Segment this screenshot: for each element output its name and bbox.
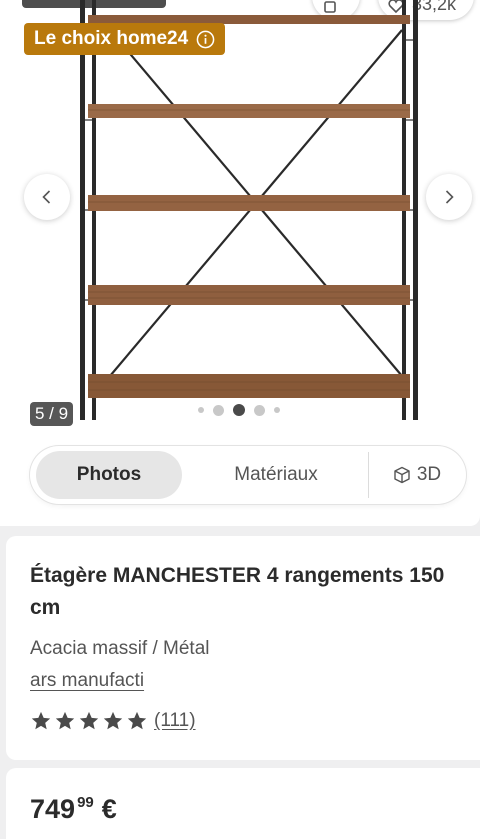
- star-icon: [79, 711, 99, 730]
- product-rating[interactable]: (111): [30, 710, 196, 732]
- price-card: 749 99 €: [6, 768, 480, 839]
- price-decimal: 99: [77, 794, 94, 811]
- shelf-boards: [88, 15, 410, 398]
- rating-stars: [30, 710, 148, 732]
- price-currency: €: [101, 794, 117, 824]
- product-price: 749 99 €: [30, 794, 117, 824]
- star-icon: [55, 711, 75, 730]
- cube-icon: [394, 466, 410, 484]
- badge-label: Le choix home24: [34, 28, 189, 49]
- reviews-count-link[interactable]: (111): [154, 710, 196, 732]
- pagination-dot[interactable]: [254, 404, 265, 416]
- pagination-dots: [198, 404, 280, 416]
- tab-materials[interactable]: Matériaux: [192, 451, 360, 499]
- pagination-dot[interactable]: [213, 404, 224, 416]
- price-integer: 749: [30, 794, 76, 824]
- media-tabs: Photos Matériaux 3D: [30, 446, 466, 504]
- pagination-dot[interactable]: [198, 407, 204, 413]
- tab-photos[interactable]: Photos: [36, 451, 182, 499]
- product-image-gallery: 33,2k Le choix home24 5 / 9 Photos Matér…: [0, 0, 480, 526]
- info-icon: [196, 30, 215, 48]
- pagination-dot[interactable]: [274, 407, 280, 413]
- pagination-dot-active[interactable]: [233, 404, 245, 416]
- star-icon: [31, 711, 51, 730]
- product-image[interactable]: [76, 0, 422, 424]
- star-icon: [127, 711, 147, 730]
- chevron-left-icon: [42, 190, 51, 204]
- tab-divider: [368, 452, 369, 498]
- image-counter: 5 / 9: [30, 402, 74, 426]
- star-icon: [103, 711, 123, 730]
- product-info-card: Étagère MANCHESTER 4 rangements 150 cm A…: [6, 536, 480, 760]
- editors-choice-badge[interactable]: Le choix home24: [24, 23, 226, 55]
- tab-3d[interactable]: 3D: [376, 451, 458, 499]
- chevron-right-icon: [445, 190, 454, 204]
- tab-3d-label: 3D: [416, 464, 442, 485]
- previous-image-button[interactable]: [24, 174, 70, 220]
- brand-link[interactable]: ars manufacti: [30, 670, 144, 692]
- next-image-button[interactable]: [426, 174, 472, 220]
- product-title: Étagère MANCHESTER 4 rangements 150 cm: [30, 564, 445, 619]
- product-material: Acacia massif / Métal: [30, 638, 210, 659]
